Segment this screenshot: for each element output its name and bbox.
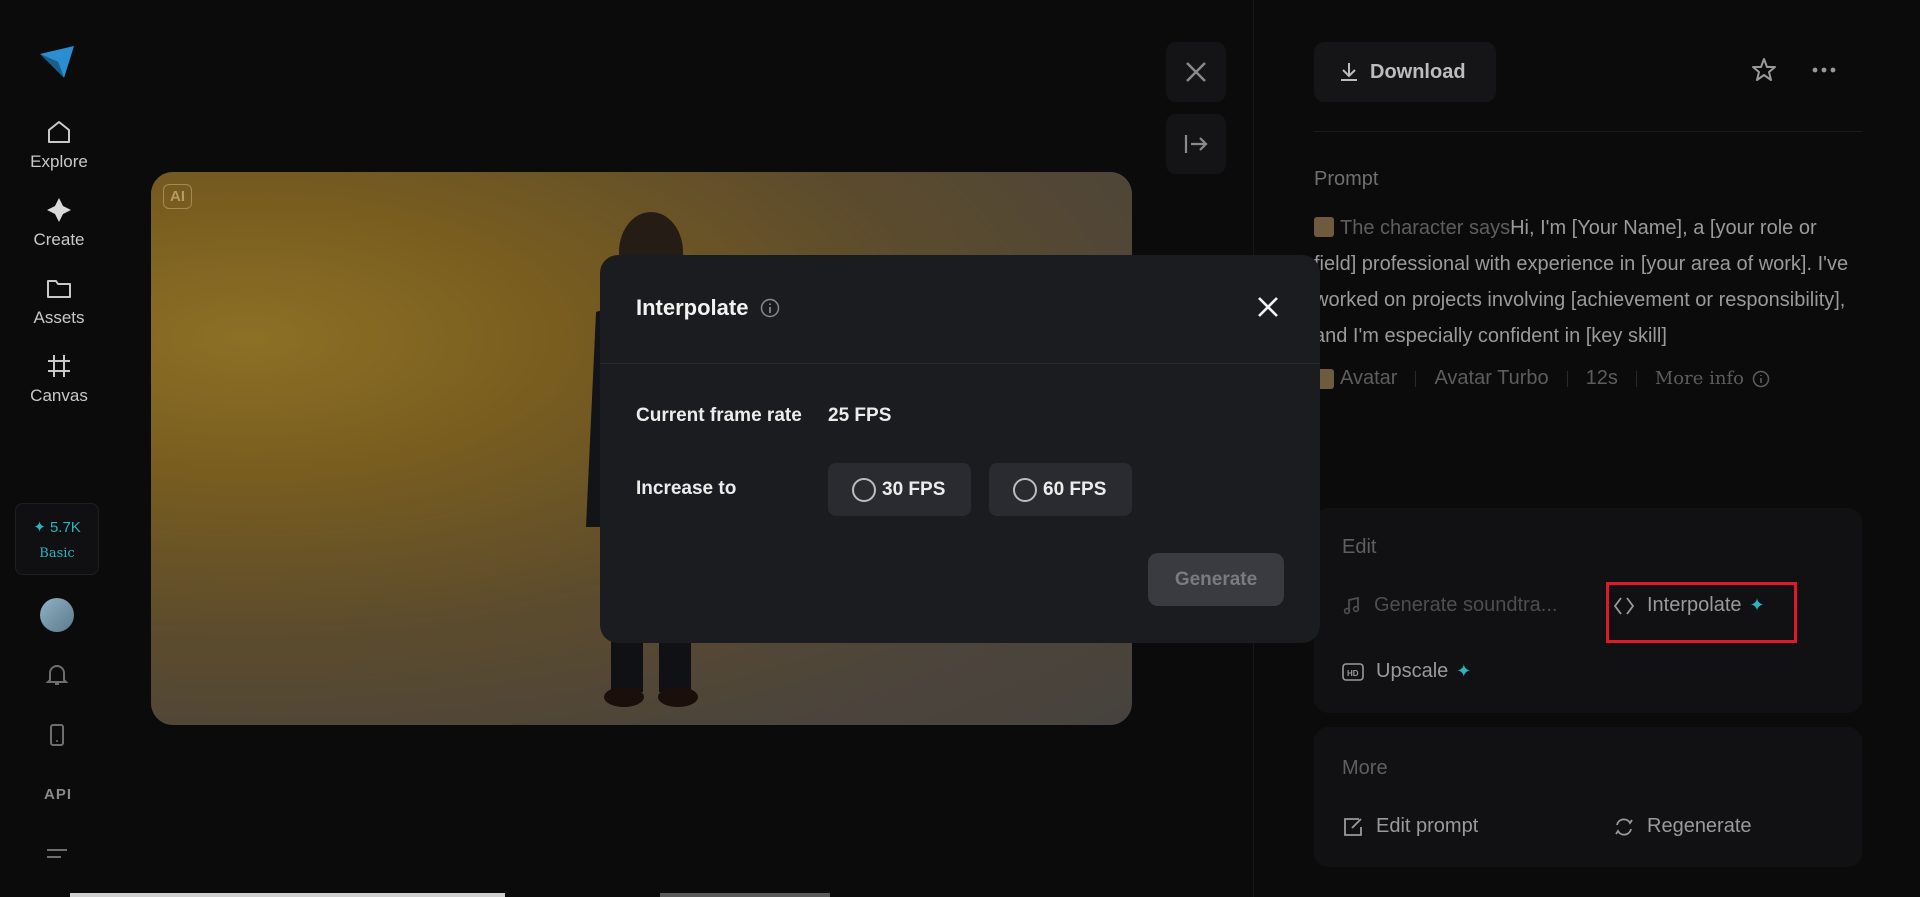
ai-badge: AI — [163, 184, 192, 209]
nav-create[interactable]: Create — [19, 196, 99, 250]
sparkle-icon — [47, 198, 71, 222]
interpolate-highlight-box — [1606, 582, 1797, 643]
nav-create-label: Create — [33, 230, 85, 249]
api-link[interactable]: API — [44, 786, 72, 803]
soundtrack-label: Generate soundtra... — [1374, 594, 1558, 616]
upscale-button[interactable]: HD Upscale ✦ — [1342, 660, 1471, 683]
scrollbar-indicator — [660, 893, 830, 897]
scrollbar-indicator — [70, 893, 505, 897]
menu-icon[interactable] — [44, 842, 70, 868]
increase-to-label: Increase to — [636, 478, 737, 499]
meta-version: Avatar Turbo — [1434, 367, 1549, 389]
nav-assets[interactable]: Assets — [19, 274, 99, 328]
more-card: More Edit prompt Regenerate — [1314, 727, 1862, 867]
credits-badge[interactable]: ✦ 5.7K Basic — [15, 503, 99, 575]
prompt-text: The character saysHi, I'm [Your Name], a… — [1314, 210, 1862, 354]
home-icon — [48, 121, 70, 143]
details-panel: Download Prompt The character saysHi, I'… — [1314, 0, 1862, 897]
close-modal-icon[interactable] — [1256, 295, 1280, 319]
meta-duration: 12s — [1585, 367, 1618, 389]
meta-separator — [1415, 370, 1417, 387]
current-frame-rate-value: 25 FPS — [828, 405, 892, 426]
edit-prompt-button[interactable]: Edit prompt — [1342, 815, 1478, 838]
header-divider — [1314, 131, 1862, 132]
info-icon[interactable] — [1752, 370, 1770, 388]
generate-soundtrack-button[interactable]: Generate soundtra... — [1342, 594, 1557, 617]
grid-icon — [48, 355, 70, 377]
fps-option-60-label: 60 FPS — [1043, 478, 1107, 500]
radio-60-fps[interactable] — [1013, 477, 1037, 502]
music-note-icon — [1343, 596, 1360, 614]
prompt-label: Prompt — [1314, 168, 1379, 190]
modal-title-text: Interpolate — [636, 295, 749, 320]
interpolate-modal: Interpolate Current frame rate 25 FPS In… — [600, 255, 1320, 643]
plan-label: Basic — [39, 546, 75, 561]
close-icon — [1186, 62, 1206, 82]
modal-title: Interpolate — [636, 295, 780, 321]
nav-canvas-label: Canvas — [30, 386, 88, 405]
download-label: Download — [1370, 60, 1466, 83]
fps-option-60[interactable]: 60 FPS — [989, 463, 1132, 516]
left-sidebar: Explore Create Assets Canvas ✦ 5.7K Basi… — [0, 0, 118, 897]
generate-button[interactable]: Generate — [1148, 553, 1284, 606]
fps-option-30[interactable]: 30 FPS — [828, 463, 971, 516]
hd-icon: HD — [1342, 662, 1364, 681]
edit-icon — [1344, 817, 1362, 836]
close-viewer-button[interactable] — [1166, 42, 1226, 102]
edit-title: Edit — [1342, 536, 1377, 558]
premium-sparkle-icon: ✦ — [1456, 661, 1472, 681]
radio-30-fps[interactable] — [852, 477, 876, 502]
regenerate-icon — [1615, 818, 1633, 835]
folder-icon — [47, 280, 71, 298]
download-icon — [1341, 63, 1357, 81]
upscale-label: Upscale — [1376, 660, 1449, 682]
app-logo-icon[interactable] — [38, 40, 78, 80]
collapse-panel-button[interactable] — [1166, 114, 1226, 174]
favorite-star-icon[interactable] — [1750, 56, 1778, 84]
phone-icon[interactable] — [44, 722, 70, 748]
meta-model: Avatar — [1340, 367, 1398, 389]
current-frame-rate-label: Current frame rate — [636, 405, 802, 426]
character-icon — [1314, 217, 1334, 237]
modal-divider — [600, 363, 1320, 364]
generation-meta: Avatar Avatar Turbo 12s More info — [1314, 367, 1770, 390]
download-button[interactable]: Download — [1314, 42, 1496, 102]
more-title: More — [1342, 757, 1388, 779]
regenerate-label: Regenerate — [1647, 815, 1752, 837]
app-root: Explore Create Assets Canvas ✦ 5.7K Basi… — [0, 0, 1920, 897]
more-info-link[interactable]: More info — [1655, 368, 1744, 389]
svg-text:HD: HD — [1347, 669, 1359, 678]
nav-explore[interactable]: Explore — [19, 118, 99, 172]
meta-separator — [1566, 370, 1568, 387]
edit-prompt-label: Edit prompt — [1376, 815, 1479, 837]
prompt-prefix: The character says — [1340, 217, 1511, 239]
fps-option-30-label: 30 FPS — [882, 478, 946, 500]
bell-icon[interactable] — [44, 662, 70, 688]
avatar[interactable] — [40, 598, 74, 632]
nav-explore-label: Explore — [30, 152, 88, 171]
nav-canvas[interactable]: Canvas — [19, 352, 99, 406]
more-options-icon[interactable] — [1810, 56, 1838, 84]
info-icon[interactable] — [760, 298, 780, 318]
credits-amount: ✦ 5.7K — [33, 519, 81, 536]
nav-assets-label: Assets — [33, 308, 85, 327]
arrow-to-right-icon — [1184, 135, 1208, 153]
meta-separator — [1635, 370, 1637, 387]
regenerate-button[interactable]: Regenerate — [1613, 815, 1752, 838]
